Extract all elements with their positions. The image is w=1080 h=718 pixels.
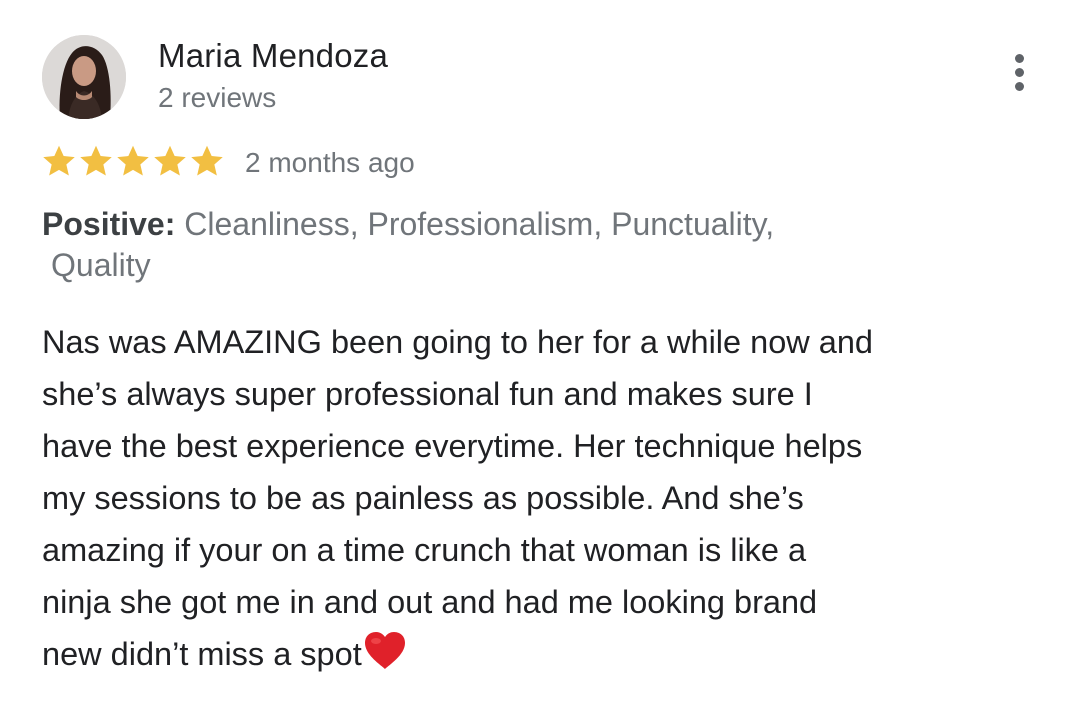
- heart-emoji-icon: [363, 631, 407, 686]
- review-text-line: have the best experience everytime. Her …: [42, 428, 863, 464]
- positive-values-line1: Cleanliness, Professionalism, Punctualit…: [184, 206, 775, 242]
- star-icon: [78, 143, 114, 179]
- avatar[interactable]: [42, 35, 126, 119]
- positive-label: Positive:: [42, 206, 176, 242]
- review-text-line: she’s always super professional fun and …: [42, 376, 813, 412]
- review-date: 2 months ago: [245, 147, 415, 178]
- review-text-line-content: new didn’t miss a spot: [42, 636, 362, 672]
- positive-values-line2: Quality: [51, 247, 151, 283]
- author-name[interactable]: Maria Mendoza: [158, 36, 388, 76]
- star-icon: [189, 143, 225, 179]
- more-options-button[interactable]: [1002, 48, 1036, 96]
- more-vert-icon: [1014, 53, 1024, 63]
- review-count[interactable]: 2 reviews: [158, 80, 276, 116]
- review-card: Maria Mendoza 2 reviews 2 months ago Pos…: [0, 0, 1080, 718]
- star-icon: [152, 143, 188, 179]
- review-text-line: Nas was AMAZING been going to her for a …: [42, 324, 873, 360]
- positive-attributes: Positive: Cleanliness, Professionalism, …: [42, 204, 922, 286]
- star-rating: [41, 143, 225, 179]
- review-text-line: my sessions to be as painless as possibl…: [42, 480, 804, 516]
- review-text-line: ninja she got me in and out and had me l…: [42, 584, 818, 620]
- review-text: Nas was AMAZING been going to her for a …: [42, 316, 1002, 686]
- star-icon: [115, 143, 151, 179]
- review-text-line-last: new didn’t miss a spot: [42, 628, 1002, 686]
- review-text-line: amazing if your on a time crunch that wo…: [42, 532, 807, 568]
- star-icon: [41, 143, 77, 179]
